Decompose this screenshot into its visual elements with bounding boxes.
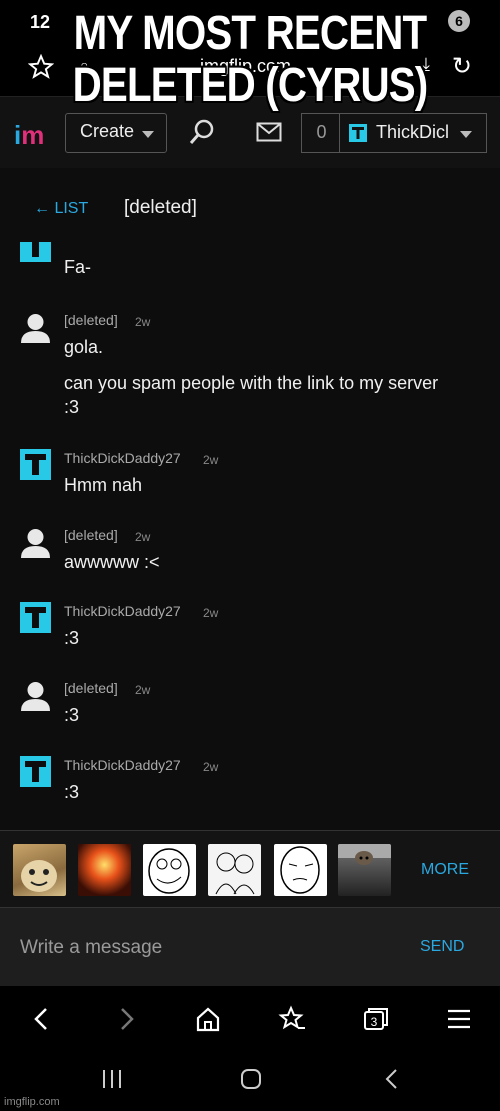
meme-thumb-rage-face[interactable] [143, 844, 196, 896]
home-button-icon[interactable] [238, 1066, 264, 1092]
menu-icon[interactable] [443, 1004, 475, 1034]
thread-header: ← LIST [deleted] [0, 168, 500, 246]
message-author[interactable]: [deleted] [64, 312, 118, 328]
t-avatar-icon [20, 449, 51, 480]
message-text: awwwww :< [64, 552, 160, 572]
t-avatar-icon [20, 242, 51, 262]
message-text: can you spam people with the link to my … [64, 373, 439, 393]
imgflip-logo[interactable]: im [14, 120, 44, 151]
back-arrow-icon[interactable] [26, 1004, 58, 1034]
meme-picker-strip: MORE [0, 830, 500, 908]
message-text: Fa- [64, 257, 91, 277]
caption-line-2: DELETED (CYRUS) [72, 59, 429, 112]
meme-thumb-ceiling-cat[interactable] [338, 844, 391, 896]
mail-icon[interactable] [256, 122, 282, 142]
back-to-list-link[interactable]: ← LIST [34, 200, 88, 218]
message-author[interactable]: ThickDickDaddy27 [64, 757, 181, 773]
comic-image [215, 852, 255, 895]
message-list[interactable]: Fa- [deleted] 2w gola. can you spam peop… [0, 242, 500, 830]
svg-text:3: 3 [371, 1015, 378, 1029]
compose-bar: SEND [0, 908, 500, 986]
t-avatar-icon [20, 602, 51, 633]
system-nav-bar [0, 1052, 500, 1111]
chevron-down-icon [142, 131, 154, 138]
rage-face-image [148, 848, 190, 894]
recent-apps-icon[interactable] [98, 1066, 126, 1092]
message-author[interactable]: [deleted] [64, 527, 118, 543]
thread-title: [deleted] [124, 197, 197, 218]
username: ThickDicl [376, 122, 450, 142]
meme-thumb-cat[interactable] [13, 844, 66, 896]
chevron-down-icon [460, 131, 472, 138]
person-icon [21, 682, 50, 711]
okay-face-image [280, 846, 320, 894]
browser-toolbar: 3 [0, 986, 500, 1052]
message-time: 2w [203, 606, 219, 620]
search-icon[interactable] [188, 118, 216, 146]
home-icon[interactable] [192, 1004, 224, 1034]
message-time: 2w [135, 683, 151, 697]
notification-count[interactable]: 0 [301, 113, 341, 153]
person-icon [21, 314, 50, 343]
message-text: :3 [64, 782, 80, 802]
message-text: :3 [64, 705, 80, 725]
forward-arrow-icon[interactable] [110, 1004, 142, 1034]
message-time: 2w [135, 530, 151, 544]
create-button[interactable]: Create [65, 113, 167, 153]
meme-thumb-okay-face[interactable] [274, 844, 327, 896]
message-text: gola. [64, 337, 104, 357]
system-back-icon[interactable] [380, 1066, 404, 1092]
bookmarks-icon[interactable] [276, 1004, 308, 1034]
message-time: 2w [203, 760, 219, 774]
message-text: Hmm nah [64, 475, 143, 495]
person-icon [21, 529, 50, 558]
t-avatar-icon [349, 124, 367, 142]
message-author[interactable]: [deleted] [64, 680, 118, 696]
message-text: :3 [64, 628, 80, 648]
message-time: 2w [135, 315, 151, 329]
meme-thumb-comic[interactable] [208, 844, 261, 896]
message-author[interactable]: ThickDickDaddy27 [64, 450, 181, 466]
send-button[interactable]: SEND [420, 938, 464, 956]
meme-caption: MY MOST RECENT DELETED (CYRUS) [40, 8, 460, 112]
meme-thumb-explosion[interactable] [78, 844, 131, 896]
tabs-icon[interactable]: 3 [360, 1004, 392, 1034]
imgflip-watermark: imgflip.com [4, 1096, 60, 1108]
t-avatar-icon [20, 756, 51, 787]
message-author[interactable]: ThickDickDaddy27 [64, 603, 181, 619]
cat-image [21, 860, 57, 892]
ceiling-cat-image [338, 844, 391, 865]
create-label: Create [80, 121, 135, 141]
more-memes-link[interactable]: MORE [421, 861, 469, 879]
message-text: :3 [64, 397, 80, 417]
caption-line-1: MY MOST RECENT [73, 7, 427, 60]
message-time: 2w [203, 453, 219, 467]
message-input[interactable] [20, 934, 380, 962]
user-menu-button[interactable]: ThickDicl [339, 113, 487, 153]
